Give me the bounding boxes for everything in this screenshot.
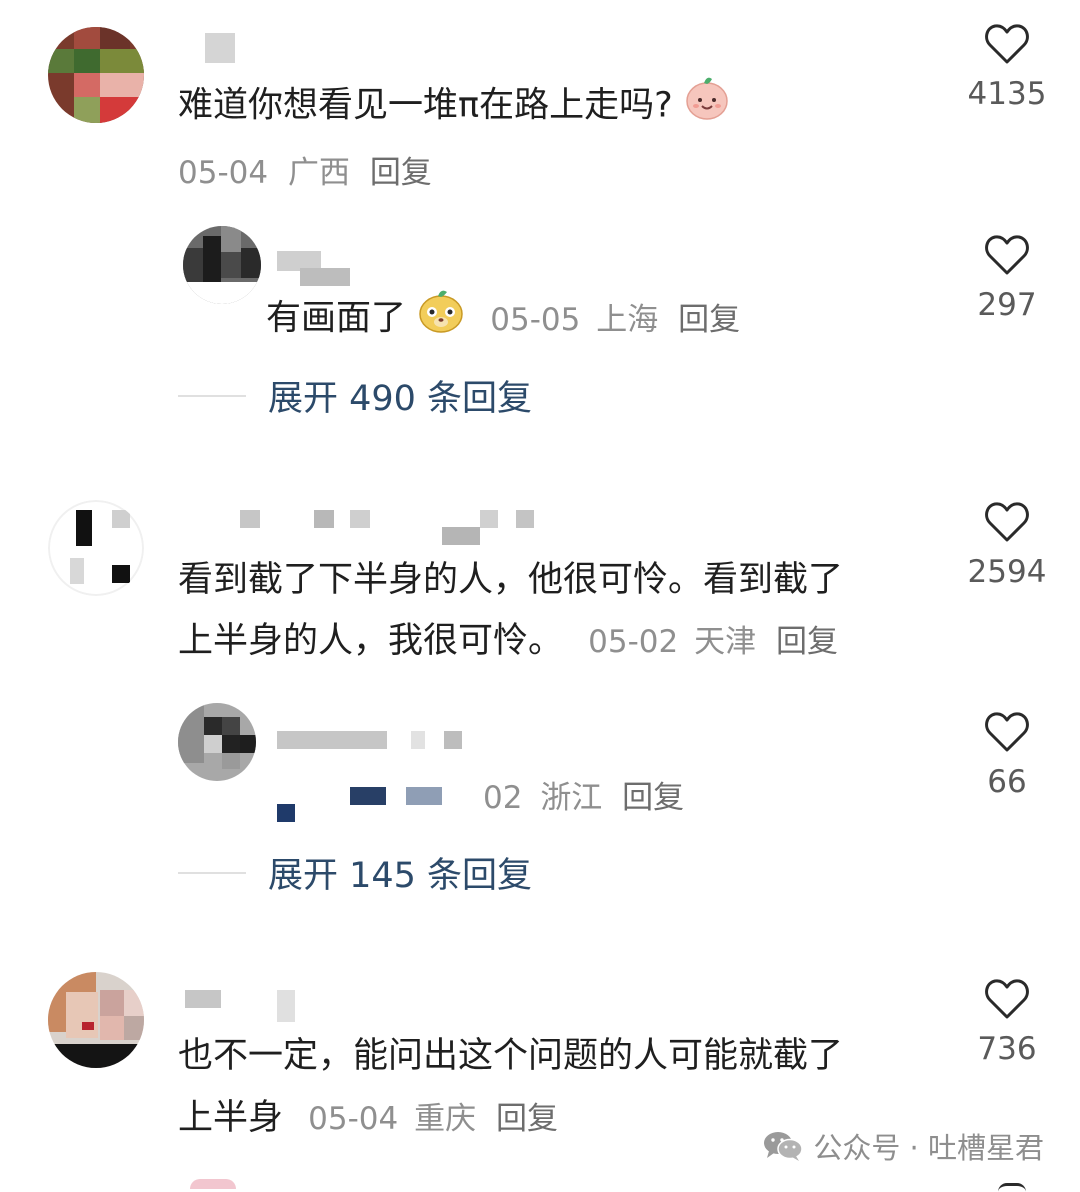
heart-icon xyxy=(985,24,1029,64)
like-button[interactable]: 297 xyxy=(952,233,1062,323)
expand-replies-label: 展开 490 条回复 xyxy=(268,379,533,419)
yellow-mascot-emoji xyxy=(417,286,465,353)
comment-location: 广西 xyxy=(287,155,350,191)
comment-body: 有画面了 xyxy=(266,298,407,339)
comment-body: 上半身 xyxy=(178,1098,284,1138)
wechat-icon xyxy=(764,1132,804,1161)
expand-replies-button[interactable]: 展开 490 条回复 xyxy=(178,370,532,421)
username-part xyxy=(516,510,534,528)
comment-date: 05-02 xyxy=(588,624,679,660)
username-part xyxy=(444,731,462,749)
comment-date: 05-05 xyxy=(490,301,581,338)
avatar[interactable] xyxy=(190,1179,236,1189)
like-count: 297 xyxy=(977,287,1037,323)
heart-icon xyxy=(985,235,1029,275)
like-count: 736 xyxy=(977,1031,1037,1067)
username-part xyxy=(411,731,425,749)
comment-location: 浙江 xyxy=(540,780,603,816)
heart-icon xyxy=(985,502,1029,542)
avatar[interactable] xyxy=(48,500,144,596)
expand-replies-button[interactable]: 展开 145 条回复 xyxy=(178,847,532,898)
comment-body: 上半身的人，我很可怜。 xyxy=(178,621,564,661)
username[interactable] xyxy=(240,510,260,528)
comment-text-redacted xyxy=(406,787,442,805)
username-part xyxy=(277,990,295,1022)
reply-button[interactable]: 回复 xyxy=(496,1101,558,1137)
like-count: 4135 xyxy=(967,76,1047,112)
comment-text-redacted xyxy=(277,804,295,822)
comment-date: 05-04 xyxy=(308,1101,399,1137)
comment-date: 02 xyxy=(483,780,523,816)
expand-replies-label: 展开 145 条回复 xyxy=(268,856,533,896)
comment-body: 难道你想看见一堆π在路上走吗? xyxy=(178,85,673,126)
heart-icon xyxy=(998,1183,1026,1192)
username[interactable] xyxy=(277,731,387,749)
username-part xyxy=(442,527,480,545)
like-count: 2594 xyxy=(967,554,1047,590)
username-part xyxy=(300,268,350,286)
comment-location: 上海 xyxy=(596,301,659,338)
watermark-text: 公众号 · 吐槽星君 xyxy=(813,1131,1044,1165)
comment-date: 05-04 xyxy=(178,155,269,191)
watermark: 公众号 · 吐槽星君 xyxy=(763,1125,1044,1167)
comment-location: 重庆 xyxy=(414,1101,477,1137)
comment-text-line1: 也不一定，能问出这个问题的人可能就截了 xyxy=(178,1036,844,1076)
avatar[interactable] xyxy=(48,972,144,1068)
comment-meta: 05-04 广西 回复 xyxy=(178,147,432,192)
comment-text: 难道你想看见一堆π在路上走吗? xyxy=(178,73,730,140)
smiling-peach-emoji xyxy=(684,73,730,140)
comment-text-redacted xyxy=(350,787,386,805)
comment-meta: 02 浙江 回复 xyxy=(483,772,684,817)
reply-button[interactable]: 回复 xyxy=(622,780,684,816)
comment-text-line2: 上半身的人，我很可怜。 05-02 天津 回复 xyxy=(178,612,838,672)
comment-text-line1: 看到截了下半身的人，他很可怜。看到截了 xyxy=(178,560,844,600)
like-count: 66 xyxy=(987,764,1027,800)
heart-icon xyxy=(985,712,1029,752)
comment-location: 天津 xyxy=(694,624,757,660)
avatar[interactable] xyxy=(183,226,261,304)
reply-button[interactable]: 回复 xyxy=(370,155,432,191)
comment-text: 有画面了 05-05 上海 回复 xyxy=(266,286,740,353)
like-button[interactable]: 66 xyxy=(952,710,1062,800)
comment-text-line2: 上半身 05-04 重庆 回复 xyxy=(178,1089,558,1149)
username-part xyxy=(350,510,370,528)
divider xyxy=(178,871,246,874)
like-button[interactable]: 4135 xyxy=(952,22,1062,112)
username-part xyxy=(480,510,498,528)
reply-button[interactable]: 回复 xyxy=(678,302,740,338)
heart-icon xyxy=(985,979,1029,1019)
username[interactable] xyxy=(205,33,235,63)
username[interactable] xyxy=(185,990,221,1008)
like-button[interactable]: 2594 xyxy=(952,500,1062,590)
avatar[interactable] xyxy=(48,27,144,123)
divider xyxy=(178,394,246,397)
avatar[interactable] xyxy=(178,703,256,781)
reply-button[interactable]: 回复 xyxy=(776,624,838,660)
username-part xyxy=(314,510,334,528)
like-button[interactable]: 736 xyxy=(952,977,1062,1067)
